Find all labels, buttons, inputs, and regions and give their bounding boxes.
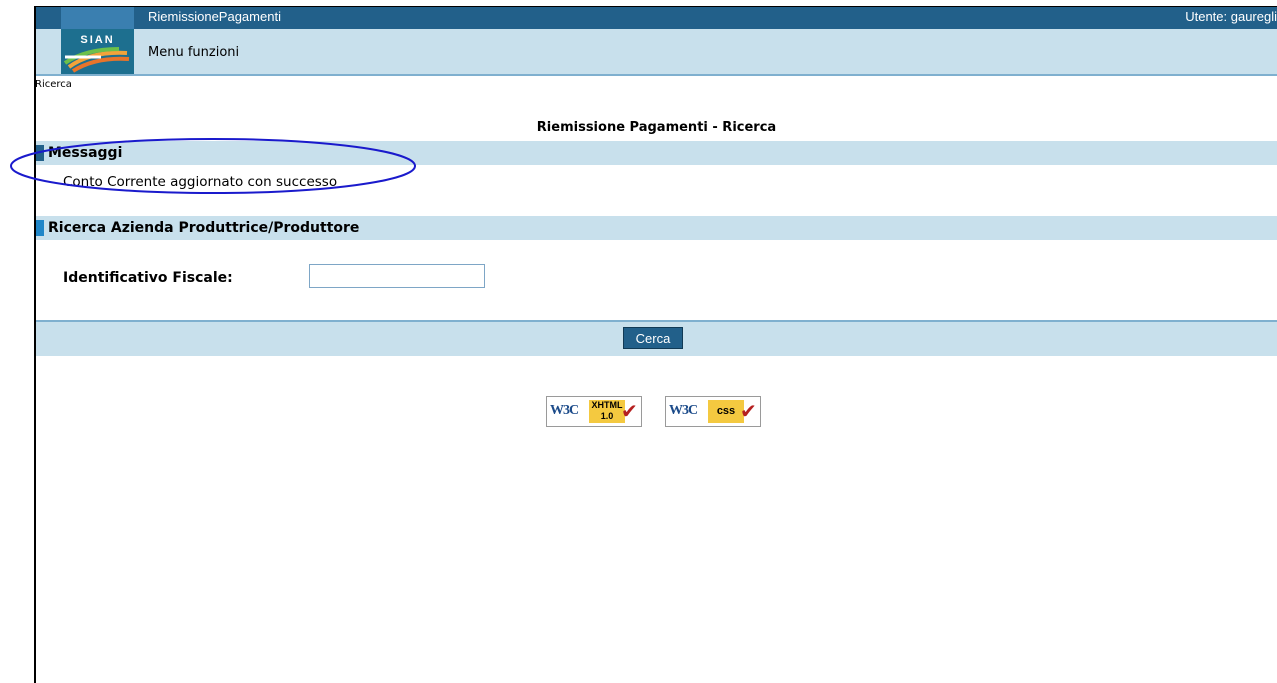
xhtml-tag-line2: 1.0 xyxy=(600,411,614,421)
menu-funzioni-link[interactable]: Menu funzioni xyxy=(148,45,239,60)
page-title: Riemissione Pagamenti - Ricerca xyxy=(536,120,777,135)
identificativo-fiscale-input[interactable] xyxy=(309,264,485,288)
xhtml-tag-line1: XHTML xyxy=(591,400,623,410)
sian-logo: SIAN xyxy=(61,29,134,74)
w3c-css-badge[interactable]: W3C css ✔ xyxy=(665,396,761,427)
checkmark-icon: ✔ xyxy=(621,399,638,423)
w3c-logo-text: W3C xyxy=(550,403,579,418)
checkmark-icon: ✔ xyxy=(740,399,757,423)
title-bar: RiemissionePagamenti Utente: gauregli xyxy=(36,7,1277,29)
w3c-xhtml-badge[interactable]: W3C XHTML 1.0 ✔ xyxy=(546,396,642,427)
app-title: RiemissionePagamenti xyxy=(148,9,281,24)
annotation-ellipse xyxy=(10,138,416,194)
search-section-header: Ricerca Azienda Produttrice/Produttore xyxy=(36,216,1277,240)
identificativo-fiscale-label: Identificativo Fiscale: xyxy=(63,270,233,286)
sian-logo-waves-icon xyxy=(63,47,130,73)
breadcrumb: Ricerca xyxy=(35,79,72,90)
user-label: Utente: gauregli xyxy=(1185,9,1277,24)
w3c-logo-text: W3C xyxy=(669,403,698,418)
css-tag: css xyxy=(708,400,744,423)
search-section-title: Ricerca Azienda Produttrice/Produttore xyxy=(48,220,360,236)
section-marker xyxy=(36,220,44,236)
menu-bar: Menu funzioni xyxy=(36,29,1277,76)
logo-top-strip xyxy=(61,7,134,29)
xhtml-tag: XHTML 1.0 xyxy=(589,400,625,423)
cerca-button[interactable]: Cerca xyxy=(623,327,683,349)
